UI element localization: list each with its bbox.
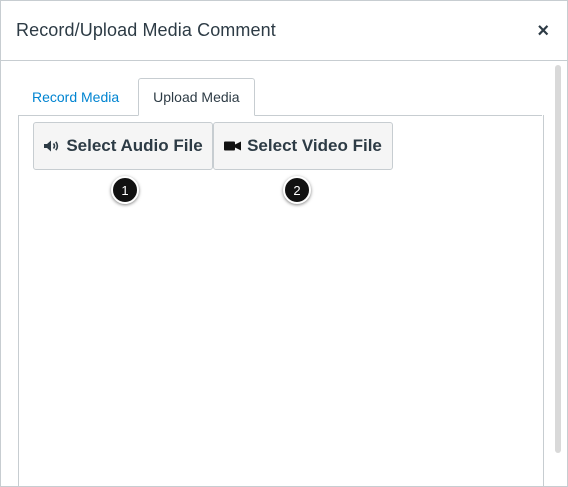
tab-bar: Record Media Upload Media [18, 70, 542, 116]
select-audio-file-label: Select Audio File [66, 136, 203, 155]
tab-record-media[interactable]: Record Media [18, 78, 133, 115]
close-icon[interactable]: × [537, 21, 549, 41]
video-camera-icon [224, 140, 242, 152]
callout-badge-1: 1 [111, 176, 139, 204]
dialog-body: Record Media Upload Media Select Audio F… [1, 62, 567, 486]
speaker-icon [43, 139, 61, 153]
select-audio-file-button[interactable]: Select Audio File [33, 122, 213, 170]
callout-badge-2: 2 [283, 176, 311, 204]
tab-upload-media[interactable]: Upload Media [138, 78, 255, 116]
select-video-file-button[interactable]: Select Video File [213, 122, 393, 170]
dialog-title: Record/Upload Media Comment [16, 20, 276, 40]
vertical-scrollbar[interactable] [555, 65, 561, 453]
dialog-header: Record/Upload Media Comment × [1, 1, 567, 61]
upload-media-panel [18, 115, 544, 486]
media-comment-dialog: Record/Upload Media Comment × Record Med… [0, 0, 568, 487]
select-video-file-label: Select Video File [247, 136, 382, 155]
